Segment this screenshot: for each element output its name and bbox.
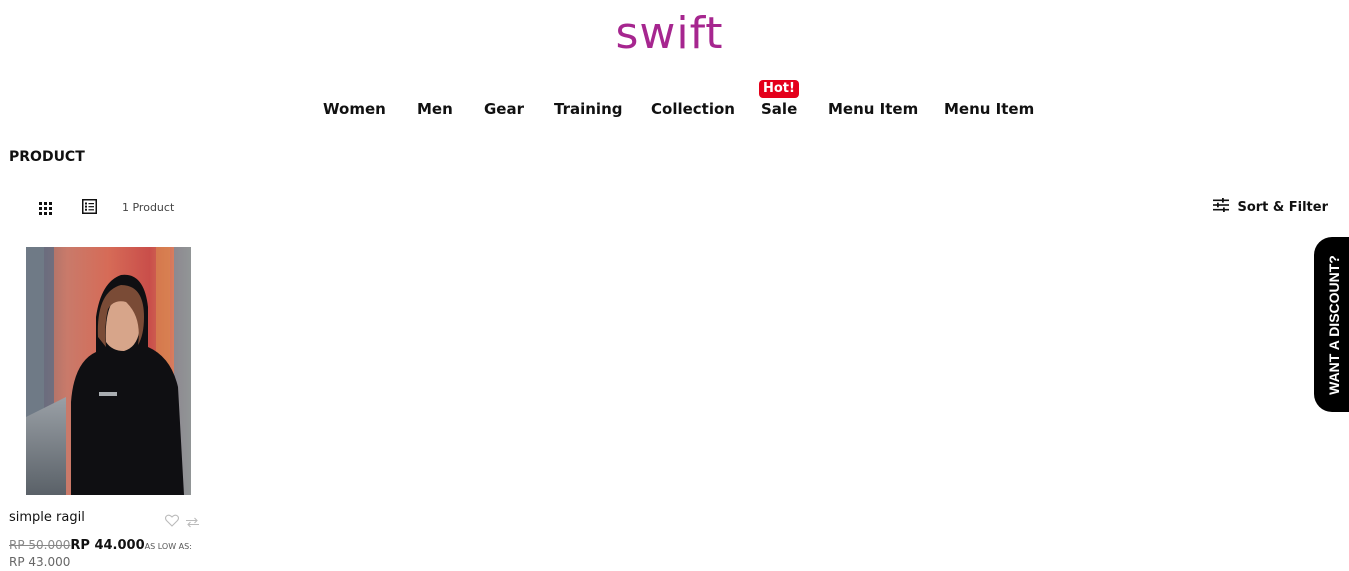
nav-item-women[interactable]: Women bbox=[323, 100, 386, 118]
nav-item-training[interactable]: Training bbox=[554, 100, 622, 118]
main-nav: Women Men Gear Training Collection Hot! … bbox=[0, 80, 1349, 122]
old-price: RP 50.000 bbox=[9, 538, 71, 552]
sliders-icon bbox=[1213, 198, 1230, 216]
nav-item-label: Sale bbox=[761, 100, 798, 118]
sort-filter-label: Sort & Filter bbox=[1237, 199, 1328, 215]
as-low-as-label: AS LOW AS: bbox=[144, 542, 192, 551]
grid-view-icon[interactable] bbox=[39, 200, 52, 215]
product-count: 1 Product bbox=[122, 201, 175, 214]
nav-item-menu-item-2[interactable]: Menu Item bbox=[944, 100, 1034, 118]
product-name[interactable]: simple ragil bbox=[9, 510, 85, 525]
nav-item-men[interactable]: Men bbox=[417, 100, 453, 118]
nav-item-collection[interactable]: Collection bbox=[651, 100, 735, 118]
nav-item-menu-item-1[interactable]: Menu Item bbox=[828, 100, 918, 118]
discount-tab[interactable]: WANT A DISCOUNT? bbox=[1314, 237, 1349, 412]
compare-icon[interactable] bbox=[185, 513, 200, 528]
list-view-icon[interactable] bbox=[82, 199, 97, 214]
nav-item-gear[interactable]: Gear bbox=[484, 100, 524, 118]
product-toolbar: 1 Product Sort & Filter bbox=[0, 196, 1349, 218]
hot-badge: Hot! bbox=[759, 80, 799, 98]
low-price: RP 43.000 bbox=[9, 555, 71, 569]
heart-icon[interactable] bbox=[164, 512, 180, 527]
sale-price: RP 44.000 bbox=[70, 538, 145, 553]
product-image[interactable] bbox=[26, 247, 191, 495]
price-row: RP 50.000RP 44.000AS LOW AS: bbox=[9, 534, 192, 553]
discount-tab-label: WANT A DISCOUNT? bbox=[1326, 255, 1342, 395]
page-title: PRODUCT bbox=[9, 149, 85, 165]
brand-logo[interactable]: swift bbox=[0, 8, 1339, 59]
nav-item-sale[interactable]: Hot! Sale bbox=[759, 80, 799, 118]
sort-filter-button[interactable]: Sort & Filter bbox=[1213, 198, 1328, 216]
